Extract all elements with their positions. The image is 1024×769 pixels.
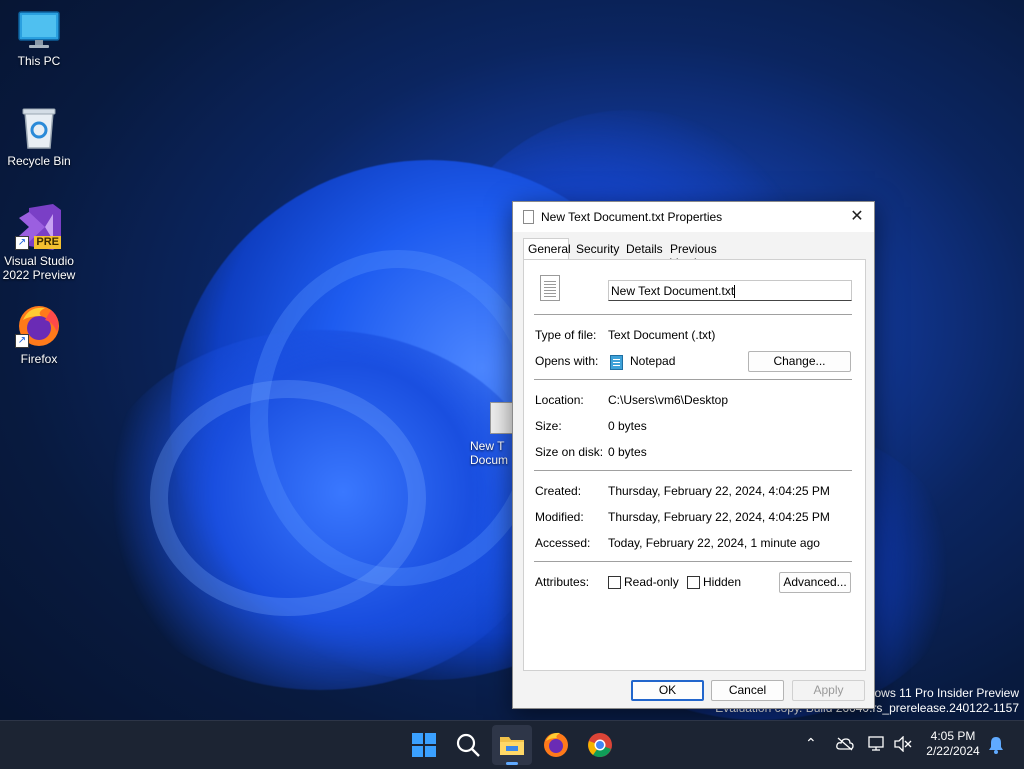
close-button[interactable]: ✕ [840,202,874,232]
firefox-icon[interactable] [540,729,572,761]
change-button[interactable]: Change... [748,351,851,372]
file-explorer-taskbar-button[interactable] [492,725,532,765]
start-button[interactable] [408,729,440,761]
monitor-icon [18,11,60,48]
size-on-disk-label: Size on disk: [535,445,604,459]
clock-date: 2/22/2024 [926,744,980,758]
volume-muted-icon[interactable] [894,736,912,752]
desktop-icon-label: Recycle Bin [7,154,71,168]
size-on-disk-value: 0 bytes [608,445,647,459]
hidden-checkbox[interactable] [687,576,700,589]
general-tab-panel: Type of file: Text Document (.txt) Opens… [523,259,866,671]
text-file-icon [490,402,514,434]
dialog-titlebar[interactable]: New Text Document.txt Properties ✕ [513,202,874,232]
desktop-icon-this-pc[interactable]: This PC [0,10,78,68]
accessed-label: Accessed: [535,536,591,550]
accessed-value: Today, February 22, 2024, 1 minute ago [608,536,820,550]
text-file-icon [523,210,534,224]
text-file-icon [540,275,560,301]
active-app-indicator [506,762,518,765]
opens-with-label: Opens with: [535,354,599,368]
chevron-up-icon[interactable]: ⌃ [805,735,817,752]
notepad-icon [610,355,623,370]
desktop-icon-firefox[interactable]: ↗ Firefox [0,302,78,366]
attributes-label: Attributes: [535,575,590,589]
apply-button[interactable]: Apply [792,680,865,701]
cloud-offline-icon[interactable] [836,737,854,751]
divider [534,470,852,471]
properties-dialog: New Text Document.txt Properties ✕ Gener… [512,201,875,709]
taskbar: ⌃ 4:05 PM 2/22/2024 [0,720,1024,769]
desktop-icon-label: Firefox [20,352,58,366]
clock[interactable]: 4:05 PM 2/22/2024 [920,729,986,759]
modified-value: Thursday, February 22, 2024, 4:04:25 PM [608,510,830,524]
network-icon[interactable] [868,736,886,752]
divider [534,314,852,315]
dialog-title: New Text Document.txt Properties [541,210,723,224]
read-only-checkbox[interactable] [608,576,621,589]
advanced-button[interactable]: Advanced... [779,572,851,593]
opens-with-value: Notepad [630,354,676,368]
created-label: Created: [535,484,582,498]
tab-security[interactable]: Security [576,242,619,256]
folder-icon [500,737,524,755]
size-value: 0 bytes [608,419,647,433]
notification-bell-icon[interactable] [988,736,1004,754]
wallpaper-ribbon [150,380,426,616]
divider [534,561,852,562]
location-label: Location: [535,393,584,407]
ok-button[interactable]: OK [631,680,704,701]
cancel-button[interactable]: Cancel [711,680,784,701]
shortcut-arrow-icon: ↗ [15,236,29,250]
clock-time: 4:05 PM [930,729,976,743]
preview-badge: PRE [34,236,61,249]
size-label: Size: [535,419,562,433]
modified-label: Modified: [535,510,584,524]
shortcut-arrow-icon: ↗ [15,334,29,348]
tab-details[interactable]: Details [626,242,663,256]
recycle-bin-icon [22,108,56,149]
chrome-icon[interactable] [584,729,616,761]
read-only-label: Read-only [624,575,679,589]
type-of-file-label: Type of file: [535,328,597,342]
location-value: C:\Users\vm6\Desktop [608,393,729,407]
type-of-file-value: Text Document (.txt) [608,328,716,342]
desktop-icon-visual-studio[interactable]: PRE ↗ Visual Studio 2022 Preview [0,204,78,282]
search-icon[interactable] [452,729,484,761]
created-value: Thursday, February 22, 2024, 4:04:25 PM [608,484,830,498]
desktop-icon-label: Visual Studio 2022 Preview [2,254,76,282]
filename-input[interactable] [608,280,852,301]
desktop-icon-label: This PC [17,54,61,68]
text-cursor [734,285,735,298]
divider [534,379,852,380]
tab-general[interactable]: General [523,238,571,260]
desktop-icon-recycle-bin[interactable]: Recycle Bin [0,106,78,168]
hidden-label: Hidden [703,575,742,589]
